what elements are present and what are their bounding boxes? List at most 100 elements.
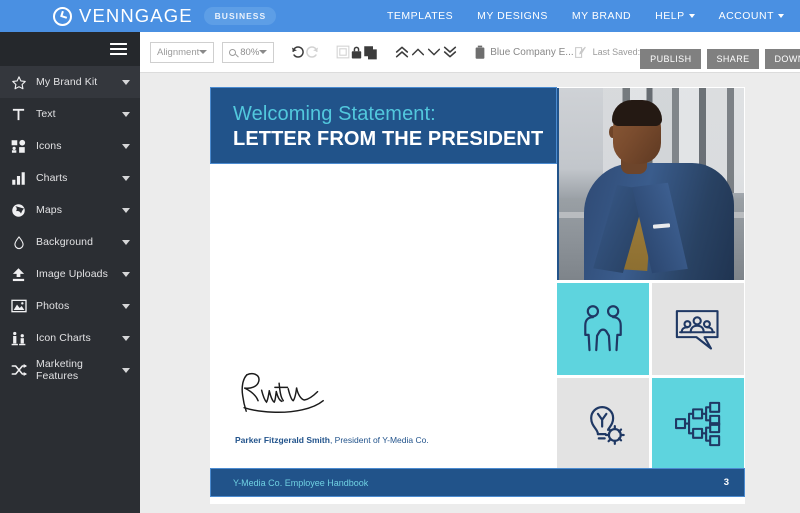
publish-button[interactable]: PUBLISH (640, 49, 701, 69)
nav-templates[interactable]: TEMPLATES (387, 10, 453, 22)
share-button[interactable]: SHARE (706, 49, 759, 69)
left-sidebar: My Brand Kit Text Icons Charts Maps Back… (0, 32, 140, 513)
portrait-photo[interactable] (557, 88, 744, 280)
nav-my-designs-label: MY DESIGNS (477, 10, 548, 22)
footer-page-number: 3 (723, 477, 729, 488)
send-backward-icon[interactable] (426, 40, 442, 64)
sidebar-label-maps: Maps (36, 204, 63, 216)
nav-help-label: HELP (655, 10, 685, 22)
chevron-down-icon (259, 50, 268, 54)
alignment-select[interactable]: Alignment (150, 41, 215, 63)
signature-image[interactable] (235, 369, 340, 424)
nav-my-brand-label: MY BRAND (571, 10, 632, 22)
lightbulb-gear-icon (590, 406, 625, 445)
search-icon (229, 48, 237, 56)
send-to-back-icon[interactable] (442, 40, 458, 64)
chevron-down-icon (122, 79, 130, 85)
sidebar-label-icon-charts: Icon Charts (36, 332, 91, 344)
venngage-logo-icon (53, 6, 72, 26)
zoom-select-value: 80% (240, 46, 260, 58)
top-navigation-bar: VENNGAGE BUSINESS TEMPLATES MY DESIGNS M… (0, 0, 800, 32)
chevron-down-icon (199, 50, 208, 54)
chevron-down-icon (122, 239, 130, 245)
chevron-down-icon (778, 14, 784, 18)
group-speech-bubble-icon (675, 310, 719, 350)
chevron-down-icon (122, 303, 130, 309)
nav-help[interactable]: HELP (655, 10, 695, 22)
edit-title-icon[interactable] (574, 40, 587, 64)
download-button[interactable]: DOWNLOAD (764, 49, 800, 69)
sidebar-label-charts: Charts (36, 172, 68, 184)
sidebar-item-background[interactable]: Background (0, 226, 140, 258)
sidebar-label-photos: Photos (36, 300, 70, 312)
zoom-select[interactable]: 80% (222, 41, 275, 63)
header-line-1: Welcoming Statement: (233, 103, 436, 125)
brand-name: VENNGAGE (79, 5, 193, 26)
chevron-down-icon (122, 175, 130, 181)
chevron-down-icon (122, 207, 130, 213)
redo-icon (305, 40, 320, 64)
chevron-down-icon (122, 367, 130, 373)
photo-icon (9, 297, 28, 315)
chevron-down-icon (122, 111, 130, 117)
signature-author-name: Parker Fitzgerald Smith (235, 435, 330, 445)
canvas-workspace[interactable]: Welcoming Statement: LETTER FROM THE PRE… (140, 73, 800, 513)
brand-logo-group[interactable]: VENNGAGE BUSINESS (53, 5, 277, 27)
undo-icon[interactable] (290, 40, 305, 64)
duplicate-icon[interactable] (363, 40, 378, 64)
sidebar-label-background: Background (36, 236, 94, 248)
group-icon (336, 40, 350, 64)
tile-lightbulb-gear[interactable] (557, 378, 649, 470)
alignment-select-value: Alignment (157, 46, 200, 58)
sidebar-item-maps[interactable]: Maps (0, 194, 140, 226)
top-nav-items: TEMPLATES MY DESIGNS MY BRAND HELP ACCOU… (363, 10, 784, 22)
tile-org-chart[interactable] (652, 378, 744, 470)
footer-text: Y-Media Co. Employee Handbook (233, 477, 369, 488)
sidebar-item-marketing-features[interactable]: Marketing Features (0, 354, 140, 386)
icon-chart-icon (9, 329, 28, 347)
nav-my-designs[interactable]: MY DESIGNS (477, 10, 548, 22)
tile-handshake[interactable] (557, 283, 649, 375)
chevron-down-icon (122, 143, 130, 149)
toolbar-actions: PUBLISH SHARE DOWNLOAD (640, 49, 800, 72)
nav-account[interactable]: ACCOUNT (719, 10, 784, 22)
photo-hair (612, 100, 662, 126)
header-text-block[interactable]: Welcoming Statement: LETTER FROM THE PRE… (210, 87, 557, 164)
lock-icon[interactable] (350, 40, 363, 64)
sidebar-item-image-uploads[interactable]: Image Uploads (0, 258, 140, 290)
document-title[interactable]: Blue Company E... (490, 47, 573, 58)
hamburger-menu-icon[interactable] (110, 42, 127, 56)
globe-icon (9, 201, 28, 219)
sidebar-item-photos[interactable]: Photos (0, 290, 140, 322)
sidebar-item-icons[interactable]: Icons (0, 130, 140, 162)
icons-icon (9, 137, 28, 155)
signature-author-title: , President of Y-Media Co. (329, 435, 429, 445)
last-saved-label: Last Saved: (592, 47, 641, 57)
star-icon (9, 73, 28, 91)
business-badge: BUSINESS (203, 7, 277, 25)
design-page[interactable]: Welcoming Statement: LETTER FROM THE PRE… (210, 87, 745, 504)
upload-icon (9, 265, 28, 283)
delete-icon[interactable] (474, 40, 486, 64)
sidebar-item-icon-charts[interactable]: Icon Charts (0, 322, 140, 354)
sidebar-label-icons: Icons (36, 140, 62, 152)
sidebar-label-image-uploads: Image Uploads (36, 268, 108, 280)
droplet-icon (9, 233, 28, 251)
sidebar-item-my-brand-kit[interactable]: My Brand Kit (0, 66, 140, 98)
chevron-down-icon (688, 14, 695, 18)
sidebar-item-text[interactable]: Text (0, 98, 140, 130)
bring-to-front-icon[interactable] (394, 40, 410, 64)
header-line-2: LETTER FROM THE PRESIDENT (233, 128, 544, 150)
text-icon (9, 105, 28, 123)
shuffle-icon (9, 361, 28, 379)
bring-forward-icon[interactable] (410, 40, 426, 64)
nav-templates-label: TEMPLATES (387, 10, 454, 22)
tile-group-speech[interactable] (652, 283, 744, 375)
bar-chart-icon (9, 169, 28, 187)
handshake-icon (584, 305, 622, 352)
nav-my-brand[interactable]: MY BRAND (572, 10, 631, 22)
page-footer-bar[interactable]: Y-Media Co. Employee Handbook 3 (210, 468, 745, 497)
org-chart-icon (675, 401, 721, 447)
chevron-down-icon (122, 335, 130, 341)
sidebar-item-charts[interactable]: Charts (0, 162, 140, 194)
